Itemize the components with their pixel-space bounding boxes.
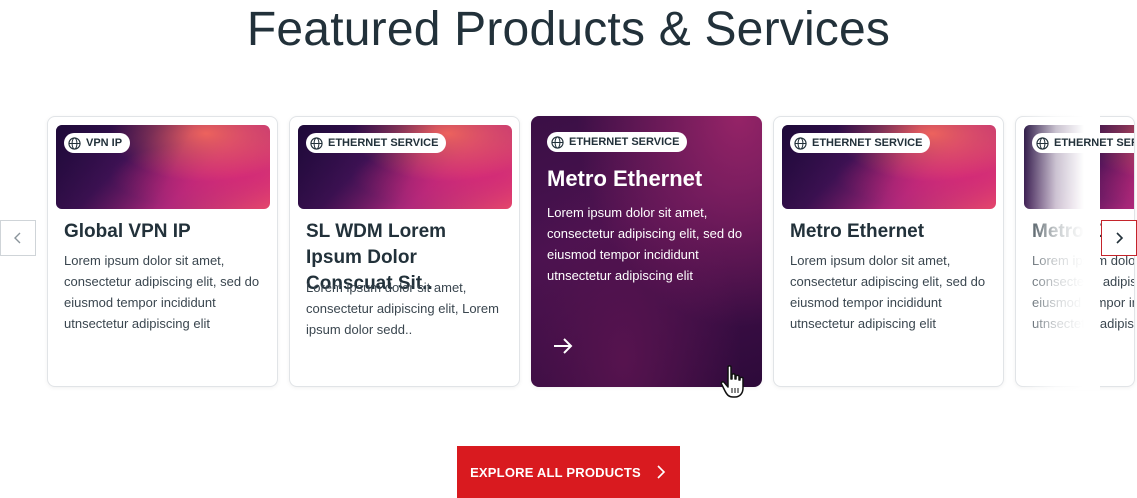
card-image: ETHERNET SERVICE [782,125,996,209]
globe-icon [310,136,323,150]
badge-label: ETHERNET SERVICE [1054,137,1134,149]
arrow-right-icon[interactable] [551,334,575,358]
product-card-metro-ethernet[interactable]: ETHERNET SERVICE Metro Ethernet Lorem ip… [773,116,1004,387]
globe-icon [68,136,81,150]
card-description: Lorem ipsum dolor sit amet, consectetur … [790,253,986,331]
card-description: Lorem ipsum dolor sit amet, consectetur … [306,280,499,337]
card-description: Lorem ipsum dolor sit amet, consectetur … [64,253,260,331]
chevron-right-icon [1116,232,1124,244]
globe-icon [794,136,807,150]
card-description: Lorem ipsum dolor sit amet, consectetur … [1032,253,1135,331]
section-title: Featured Products & Services [246,3,891,56]
category-badge: ETHERNET SERVICE [1032,133,1134,153]
category-badge: ETHERNET SERVICE [306,133,447,153]
category-badge: VPN IP [64,133,131,153]
card-description: Lorem ipsum dolor sit amet, consectetur … [547,205,743,283]
chevron-left-icon [14,232,21,244]
globe-icon [551,135,564,149]
product-card-sl-wdm[interactable]: ETHERNET SERVICE SL WDM Lorem Ipsum Dolo… [289,116,520,387]
card-image: VPN IP [56,125,270,209]
badge-label: ETHERNET SERVICE [328,137,439,149]
category-badge: ETHERNET SERVICE [547,132,688,152]
card-title: Metro Ethernet [547,166,703,191]
featured-section: Featured Products & Services VPN IP Glob… [0,0,1137,498]
explore-label: EXPLORE ALL PRODUCTS [470,464,641,480]
product-card-global-vpn-ip[interactable]: VPN IP Global VPN IP Lorem ipsum dolor s… [47,116,278,387]
badge-label: VPN IP [86,137,123,149]
card-title: Global VPN IP [64,221,191,242]
card-title: Metro Ethernet [790,221,925,242]
card-image: ETHERNET SERVICE [1024,125,1134,209]
badge-label: ETHERNET SERVICE [569,136,680,148]
product-card-metro-ethernet-active[interactable]: ETHERNET SERVICE Metro Ethernet Lorem ip… [531,116,762,387]
hand-cursor-icon [720,365,744,398]
chevron-right-icon [657,465,666,479]
category-badge: ETHERNET SERVICE [790,133,931,153]
globe-icon [1036,136,1049,150]
product-carousel: VPN IP Global VPN IP Lorem ipsum dolor s… [0,116,1137,388]
card-image: ETHERNET SERVICE [298,125,512,209]
badge-label: ETHERNET SERVICE [812,137,923,149]
explore-all-products-button[interactable]: EXPLORE ALL PRODUCTS [457,446,680,498]
carousel-prev-button[interactable] [0,220,36,256]
carousel-next-button[interactable] [1101,220,1137,256]
